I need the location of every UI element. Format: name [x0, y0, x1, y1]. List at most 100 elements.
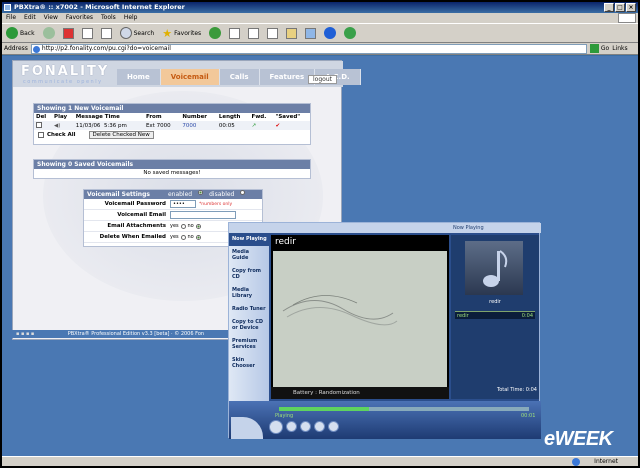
attachments-yes-label: yes	[170, 223, 179, 229]
menu-view[interactable]: View	[44, 13, 58, 23]
playlist-pane: redir redir 0:04 Total Time: 0:04	[451, 235, 539, 399]
mail-button[interactable]	[227, 25, 242, 41]
save-check-icon[interactable]: ✔	[273, 121, 310, 130]
back-label: Back	[20, 29, 35, 37]
home-icon	[100, 27, 112, 39]
attachments-label: Email Attachments	[107, 223, 166, 229]
close-button[interactable]: ×	[626, 3, 636, 12]
email-input[interactable]	[170, 211, 236, 219]
discuss-button[interactable]	[284, 25, 299, 41]
toolbar: Back Search ★ Favorites	[2, 23, 638, 43]
play-speaker-icon[interactable]: ◀)	[54, 123, 60, 129]
messenger-icon	[344, 27, 357, 39]
previous-button[interactable]	[300, 421, 311, 432]
email-row: Voicemail Email	[84, 210, 262, 221]
search-icon	[119, 27, 132, 39]
sidebar-item-skin-chooser[interactable]: Skin Chooser	[229, 354, 269, 373]
go-button[interactable]: Go	[589, 44, 610, 53]
tab-voicemail[interactable]: Voicemail	[160, 69, 220, 85]
sidebar-item-media-library[interactable]: Media Library	[229, 284, 269, 303]
visualization-graphic	[282, 295, 398, 326]
attachments-yes-radio[interactable]	[180, 223, 186, 229]
forward-arrow-icon	[42, 27, 55, 39]
delete-checkbox[interactable]	[36, 122, 42, 129]
edit-button[interactable]	[265, 25, 280, 41]
playlist-item[interactable]: redir 0:04	[455, 311, 535, 319]
menu-tools[interactable]: Tools	[101, 13, 116, 23]
sidebar-item-radio-tuner[interactable]: Radio Tuner	[229, 303, 269, 316]
menu-file[interactable]: File	[6, 13, 16, 23]
go-label: Go	[600, 45, 610, 52]
delete-yes-radio[interactable]	[180, 234, 186, 240]
seek-bar[interactable]	[279, 407, 529, 411]
print-icon	[248, 27, 260, 39]
stop-button-wmp[interactable]	[286, 421, 297, 432]
tab-calls[interactable]: Calls	[219, 69, 260, 85]
stop-button[interactable]	[61, 25, 76, 41]
col-length: Length	[218, 114, 241, 120]
refresh-button[interactable]	[80, 25, 95, 41]
tab-features[interactable]: Features	[259, 69, 316, 85]
attachments-no-radio[interactable]	[195, 223, 201, 229]
maximize-button[interactable]: □	[615, 3, 625, 12]
now-playing-label: Now Playing	[453, 225, 484, 231]
media-button[interactable]	[303, 25, 318, 41]
sidebar-item-premium-services[interactable]: Premium Services	[229, 335, 269, 354]
next-button[interactable]	[314, 421, 325, 432]
disabled-radio[interactable]	[240, 190, 246, 195]
home-button[interactable]	[99, 25, 114, 41]
sidebar-item-copy-to-cd[interactable]: Copy to CD or Device	[229, 316, 269, 335]
minimize-button[interactable]: _	[604, 3, 614, 12]
ie-window: PBXtra® :: x7002 - Microsoft Internet Ex…	[2, 2, 638, 466]
delete-no-radio[interactable]	[195, 234, 201, 240]
check-all-checkbox[interactable]	[38, 132, 44, 138]
settings-title: Voicemail Settings	[87, 191, 150, 198]
email-label: Voicemail Email	[117, 212, 166, 218]
col-del: Del	[36, 114, 47, 120]
bluetooth-icon	[324, 27, 337, 39]
history-icon	[209, 27, 222, 39]
star-icon: ★	[162, 26, 173, 40]
favorites-button[interactable]: ★ Favorites	[160, 25, 203, 41]
logout-button[interactable]: logout	[308, 75, 337, 84]
fonality-logo: FONALITY	[21, 64, 110, 79]
message-date: 11/03/06	[75, 122, 101, 129]
password-input[interactable]: ••••	[170, 200, 196, 208]
messenger-button[interactable]	[342, 25, 358, 41]
pause-button[interactable]	[269, 420, 283, 434]
song-title: redir	[271, 235, 449, 249]
sidebar-item-media-guide[interactable]: Media Guide	[229, 246, 269, 265]
print-button[interactable]	[246, 25, 261, 41]
links-label[interactable]: Links	[612, 45, 627, 52]
message-number[interactable]: 7000	[180, 121, 216, 130]
address-bar: Address http://p2.fonality.com/pu.cgi?do…	[2, 43, 638, 55]
new-voicemail-box: Showing 1 New Voicemail Del Play Message…	[33, 103, 311, 145]
album-art-label: redir	[489, 299, 501, 305]
tab-home[interactable]: Home	[117, 69, 161, 85]
forward-button[interactable]	[41, 25, 57, 41]
enabled-radio[interactable]	[198, 190, 204, 195]
back-button[interactable]: Back	[4, 25, 37, 41]
history-button[interactable]	[207, 25, 223, 41]
playback-time: 00:01	[521, 413, 536, 419]
ie-icon	[4, 4, 11, 11]
total-time: Total Time: 0:04	[496, 387, 537, 393]
forward-icon[interactable]: ↗	[249, 121, 273, 130]
fonality-header: FONALITY communicate openly Home Voicema…	[13, 61, 361, 87]
playlist-item-title: redir	[457, 313, 469, 319]
menu-favorites[interactable]: Favorites	[66, 13, 93, 23]
mute-button[interactable]	[328, 421, 339, 432]
menu-help[interactable]: Help	[124, 13, 138, 23]
search-button[interactable]: Search	[118, 25, 157, 41]
address-input[interactable]: http://p2.fonality.com/pu.cgi?do=voicema…	[30, 43, 587, 54]
sidebar-item-copy-from-cd[interactable]: Copy from CD	[229, 265, 269, 284]
address-label: Address	[4, 45, 28, 52]
visualization-pane: redir	[271, 235, 449, 389]
track-info: Battery : Randomization	[271, 387, 449, 399]
delete-checked-button[interactable]: Delete Checked New	[88, 131, 154, 139]
sidebar-item-now-playing[interactable]: Now Playing	[229, 233, 269, 246]
window-title: PBXtra® :: x7002 - Microsoft Internet Ex…	[14, 3, 185, 11]
delete-yes-label: yes	[170, 234, 179, 240]
bluetooth-button[interactable]	[322, 25, 338, 41]
menu-edit[interactable]: Edit	[24, 13, 36, 23]
